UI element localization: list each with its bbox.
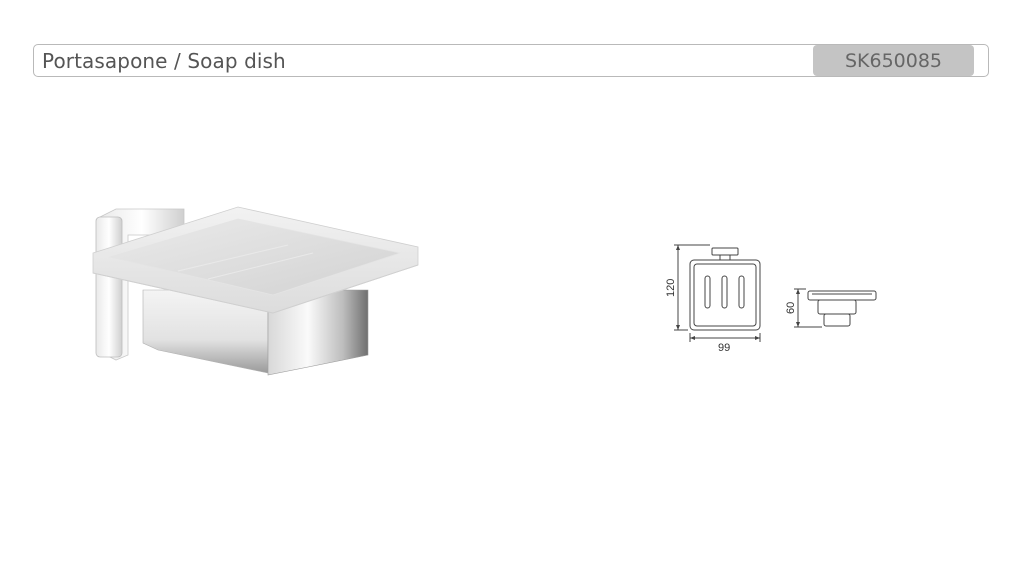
product-photo [92, 206, 419, 376]
product-title: Portasapone / Soap dish [42, 49, 286, 73]
dimension-depth: 60 [785, 302, 797, 314]
dimension-width: 99 [718, 342, 730, 354]
product-code-badge: SK650085 [813, 45, 974, 76]
header-bar: Portasapone / Soap dish SK650085 [33, 44, 989, 77]
dimension-height: 120 [665, 279, 677, 297]
technical-drawing: 120 99 60 [665, 244, 877, 354]
